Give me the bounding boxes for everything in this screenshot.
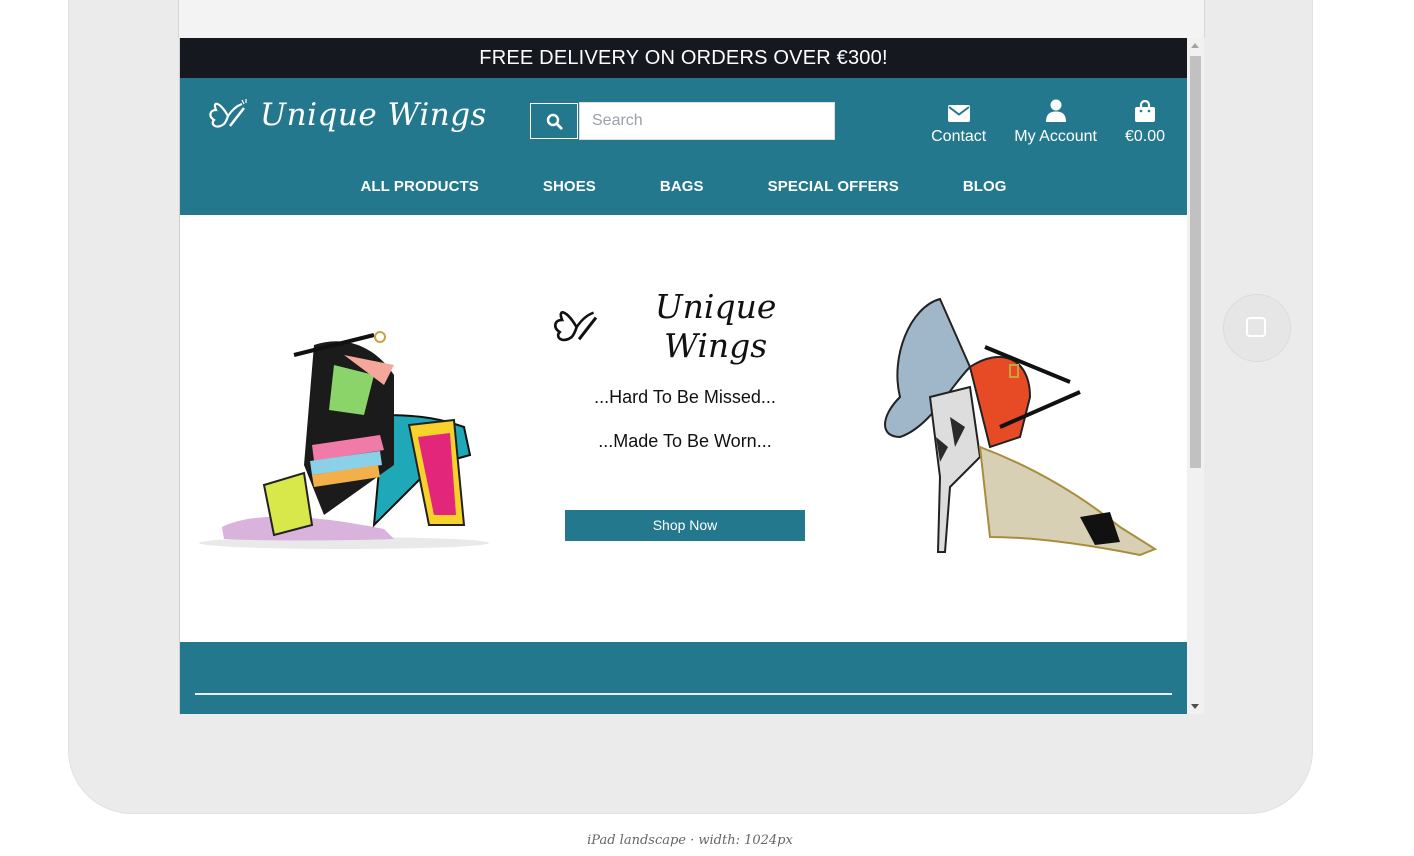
screen-top-bezel bbox=[178, 0, 1205, 38]
butterfly-logo-icon bbox=[554, 311, 598, 342]
search-bar bbox=[530, 102, 835, 140]
device-caption: iPad landscape · width: 1024px bbox=[587, 833, 793, 848]
contact-label: Contact bbox=[931, 128, 987, 145]
footer-divider bbox=[195, 693, 1172, 695]
header-actions: Contact My Account €0.00 bbox=[903, 98, 1165, 146]
tagline-made-to-be-worn: ...Made To Be Worn... bbox=[598, 431, 772, 451]
brand-name: Unique Wings bbox=[260, 97, 487, 133]
cart-total: €0.00 bbox=[1124, 128, 1165, 145]
brand-logo[interactable]: Unique Wings bbox=[206, 96, 487, 134]
hero-section: Unique Wings ...Hard To Be Missed... ...… bbox=[180, 215, 1187, 642]
shop-now-button[interactable]: Shop Now bbox=[565, 510, 805, 541]
search-button[interactable] bbox=[530, 103, 578, 139]
nav-bags[interactable]: BAGS bbox=[660, 178, 704, 195]
butterfly-heel-image bbox=[884, 297, 1158, 557]
scroll-down-arrow-icon[interactable] bbox=[1191, 704, 1199, 709]
hero-brand-name: Unique Wings bbox=[654, 287, 777, 365]
scroll-up-arrow-icon[interactable] bbox=[1191, 43, 1199, 48]
contact-link[interactable]: Contact bbox=[931, 98, 986, 146]
nav-special-offers[interactable]: SPECIAL OFFERS bbox=[768, 178, 899, 195]
tagline-hard-to-miss: ...Hard To Be Missed... bbox=[594, 387, 776, 407]
shopping-bag-icon bbox=[1134, 100, 1155, 122]
website: FREE DELIVERY ON ORDERS OVER €300! Uniqu… bbox=[180, 38, 1187, 714]
device-screen: FREE DELIVERY ON ORDERS OVER €300! Uniqu… bbox=[179, 38, 1204, 714]
my-account-link[interactable]: My Account bbox=[1014, 98, 1097, 146]
hero-logo: Unique Wings bbox=[550, 287, 820, 365]
hero-content: Unique Wings ...Hard To Be Missed... ...… bbox=[550, 287, 820, 541]
ipad-home-button[interactable] bbox=[1223, 294, 1291, 362]
nav-shoes[interactable]: SHOES bbox=[543, 178, 596, 195]
envelope-icon bbox=[947, 105, 970, 122]
search-input[interactable] bbox=[579, 102, 835, 140]
promo-banner: FREE DELIVERY ON ORDERS OVER €300! bbox=[180, 38, 1187, 78]
scrollbar-thumb[interactable] bbox=[1190, 56, 1201, 468]
main-nav: ALL PRODUCTS SHOES BAGS SPECIAL OFFERS B… bbox=[180, 178, 1187, 195]
user-icon bbox=[1045, 99, 1066, 122]
colorful-heel-image bbox=[199, 331, 489, 549]
cart-link[interactable]: €0.00 bbox=[1125, 98, 1165, 146]
my-account-label: My Account bbox=[1014, 128, 1097, 145]
home-square-icon bbox=[1246, 317, 1266, 337]
nav-all-products[interactable]: ALL PRODUCTS bbox=[360, 178, 478, 195]
butterfly-logo-icon bbox=[209, 99, 247, 128]
search-icon bbox=[546, 113, 563, 130]
nav-blog[interactable]: BLOG bbox=[963, 178, 1007, 195]
footer bbox=[180, 642, 1187, 714]
scrollbar[interactable] bbox=[1187, 38, 1204, 714]
site-header: Unique Wings Contact bbox=[180, 78, 1187, 215]
